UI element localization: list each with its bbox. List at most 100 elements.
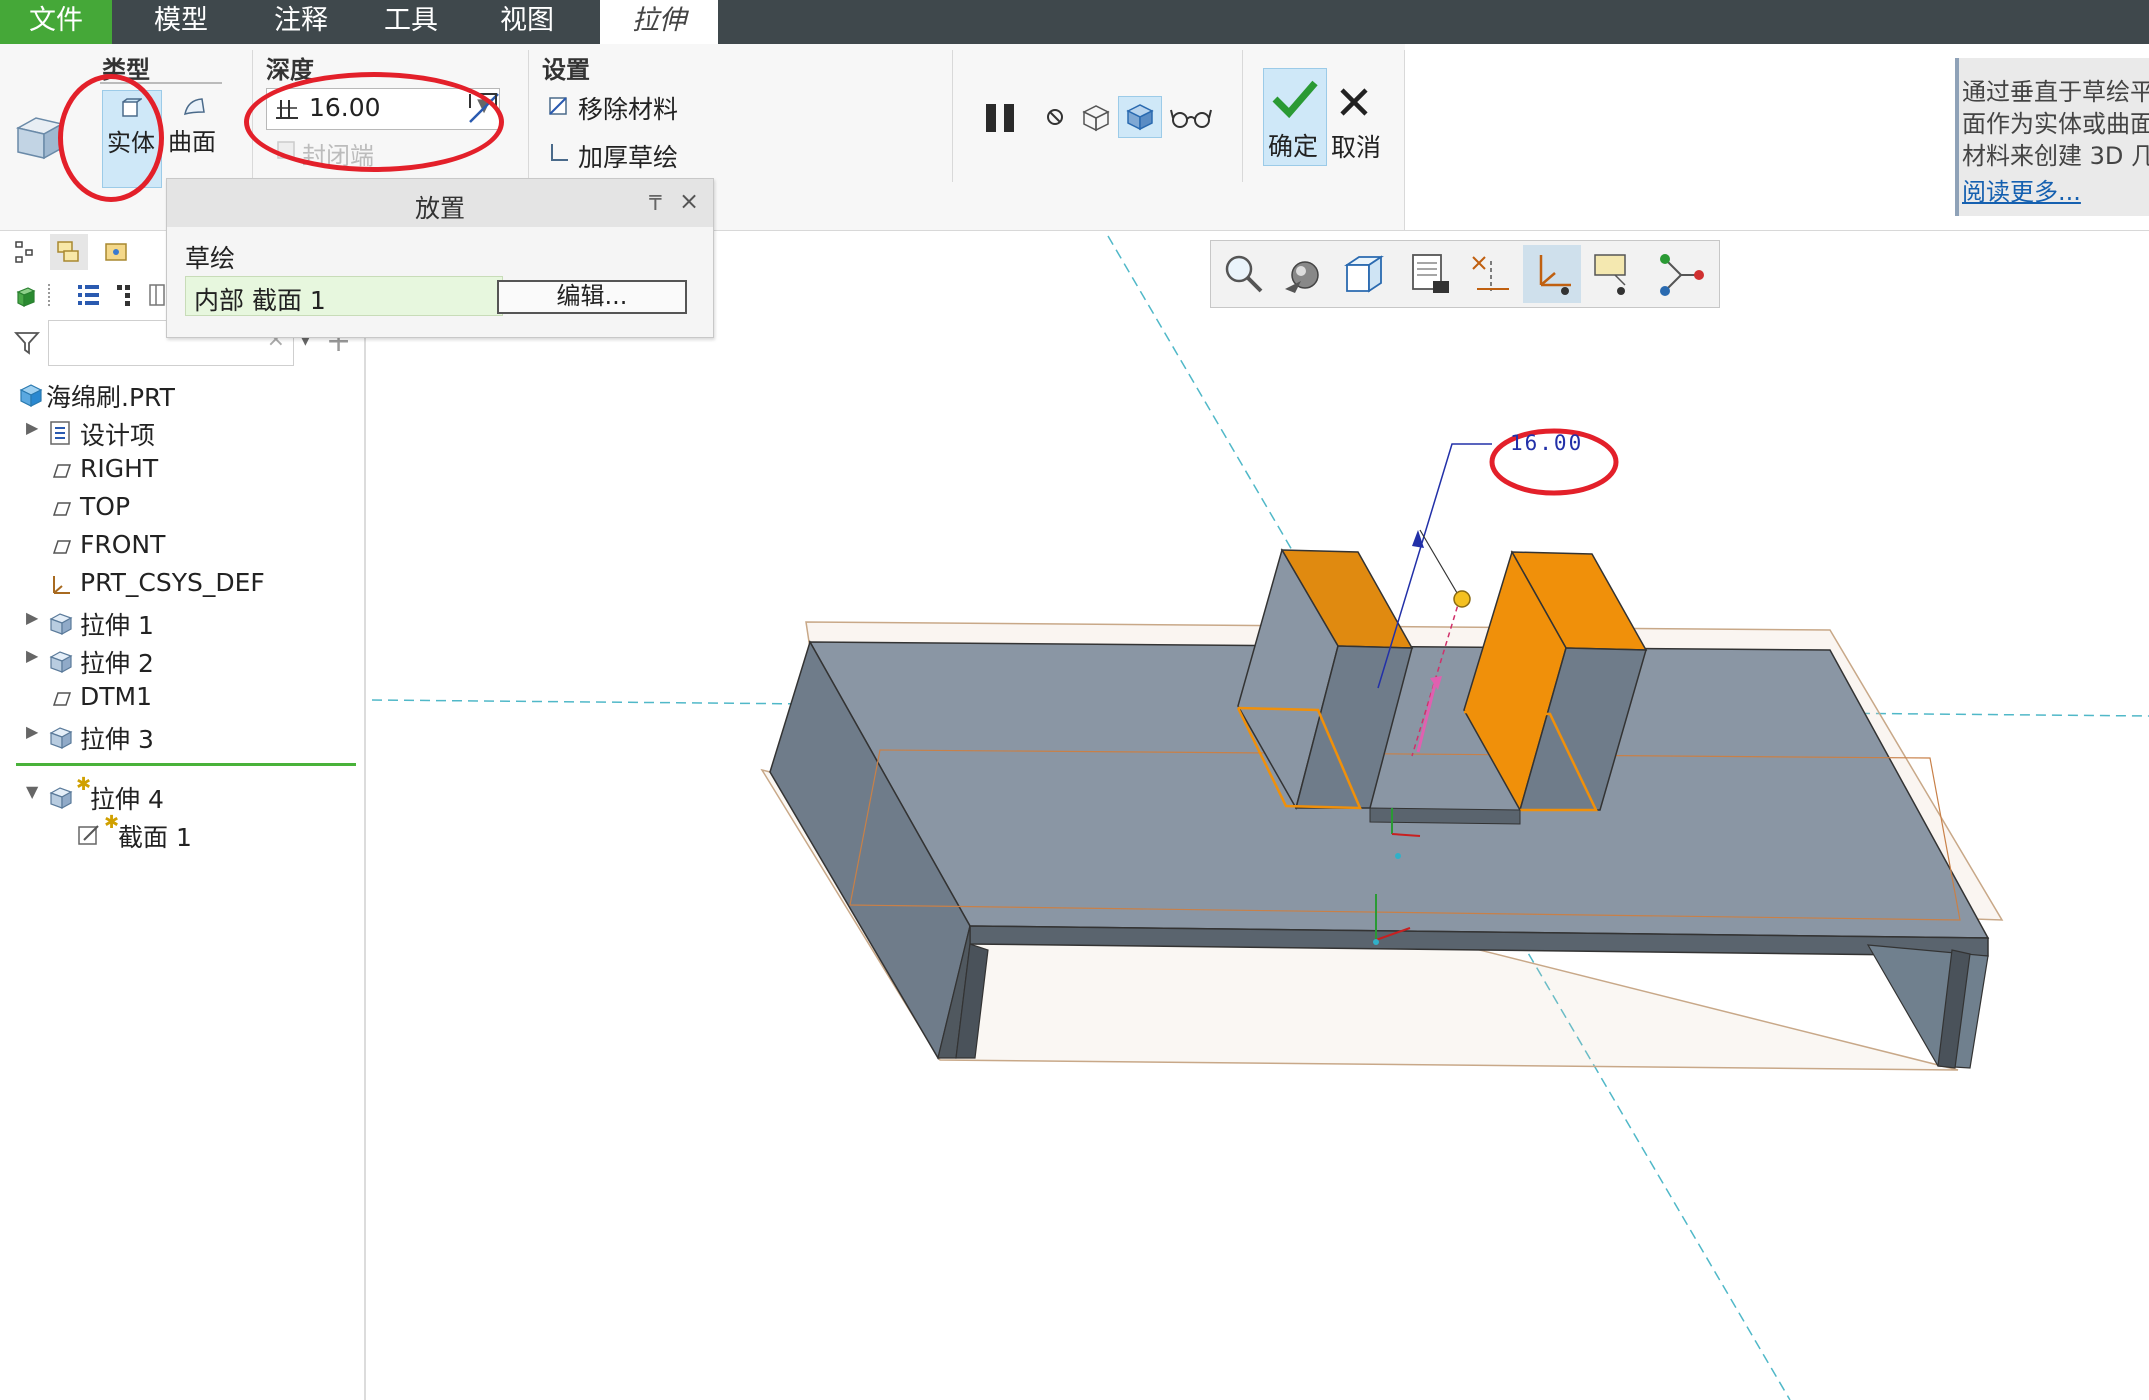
- help-text-line: 材料来创建 3D 几: [1962, 142, 2149, 170]
- csys-icon: [53, 576, 70, 594]
- cancel-button[interactable]: 取消: [1331, 128, 1381, 164]
- feature-preview-icon: [1126, 104, 1154, 131]
- extrude-icon: [49, 787, 73, 810]
- drag-handle: [1453, 590, 1471, 608]
- confirm-button[interactable]: 确定: [1263, 68, 1327, 166]
- tree-item-label: 拉伸 2: [80, 649, 154, 678]
- graphics-viewport[interactable]: 16.00: [366, 231, 2149, 1400]
- tree-item-label: FRONT: [80, 530, 166, 559]
- checkmark-icon: [1272, 80, 1318, 119]
- sketch-reference-field[interactable]: 内部 截面 1: [185, 276, 503, 316]
- close-icon[interactable]: [1338, 86, 1370, 118]
- chevron-right-icon[interactable]: ▶: [26, 646, 38, 665]
- remove-material-label[interactable]: 移除材料: [578, 90, 678, 126]
- sketch-label: 草绘: [185, 244, 236, 273]
- csys-display-toggle[interactable]: [1523, 245, 1581, 303]
- zoom-icon[interactable]: [1221, 251, 1267, 297]
- help-text-line: 通过垂直于草绘平: [1962, 78, 2149, 106]
- extrude-icon: [49, 613, 73, 636]
- extrude-icon: [49, 727, 73, 750]
- thicken-sketch-icon[interactable]: [548, 142, 570, 164]
- annotation-circle: [58, 74, 164, 202]
- placement-panel-title: 放置: [414, 194, 465, 223]
- no-preview-icon[interactable]: [1044, 106, 1066, 128]
- chevron-right-icon[interactable]: ▶: [26, 608, 38, 627]
- chevron-down-icon[interactable]: ▼: [26, 782, 38, 801]
- chevron-right-icon[interactable]: ▶: [26, 722, 38, 741]
- new-feature-star-icon: ✱: [104, 812, 120, 833]
- datum-display-icon[interactable]: [1467, 251, 1513, 297]
- tree-item-label: RIGHT: [80, 454, 159, 483]
- menu-view[interactable]: 视图: [472, 0, 582, 44]
- menu-annotate[interactable]: 注释: [246, 0, 356, 44]
- placement-panel-header: 放置 ₸ ×: [167, 179, 713, 227]
- graphics-toolbar: [1210, 240, 1720, 308]
- csys-origin: [1373, 939, 1379, 945]
- annotation-circle: [244, 72, 504, 172]
- spin-center-icon[interactable]: [1657, 251, 1707, 297]
- help-text-line: 面作为实体或曲面: [1962, 110, 2149, 138]
- verify-glasses-icon[interactable]: [1170, 106, 1212, 130]
- surface-icon: [184, 98, 205, 116]
- sketch-reference-value: 内部 截面 1: [194, 286, 326, 315]
- sketch-icon: [78, 825, 99, 845]
- model-tree-tab-icon[interactable]: [14, 240, 36, 264]
- tree-list-icon[interactable]: [76, 282, 102, 308]
- depth-dimension-label[interactable]: 16.00: [1510, 431, 1583, 455]
- model-leg-face: [1866, 944, 1989, 1069]
- model-3d-view[interactable]: [366, 231, 2149, 1400]
- shading-icon[interactable]: [1281, 251, 1327, 297]
- edit-sketch-button[interactable]: 编辑...: [497, 280, 687, 314]
- menu-tools[interactable]: 工具: [356, 0, 466, 44]
- menu-model[interactable]: 模型: [126, 0, 236, 44]
- tree-settings-icon[interactable]: [114, 282, 134, 308]
- insert-here-marker[interactable]: [16, 763, 356, 766]
- new-feature-star-icon: ✱: [76, 774, 92, 795]
- ribbon-separator: [952, 50, 953, 182]
- surface-type-button[interactable]: 曲面: [166, 90, 222, 186]
- show-features-icon[interactable]: [14, 284, 38, 308]
- pause-icon[interactable]: [982, 100, 1018, 136]
- remove-material-icon[interactable]: [548, 94, 570, 116]
- pin-icon[interactable]: ₸: [649, 191, 662, 215]
- layer-tree-tab[interactable]: [50, 234, 88, 270]
- tree-item-label: 拉伸 1: [80, 611, 154, 640]
- view-cube-icon[interactable]: [1341, 251, 1387, 297]
- feature-preview-button[interactable]: [1118, 96, 1162, 138]
- menu-extrude-tab[interactable]: 拉伸: [600, 0, 718, 44]
- chevron-right-icon[interactable]: ▶: [26, 418, 38, 437]
- menu-file[interactable]: 文件: [0, 0, 112, 44]
- tree-item-label: 截面 1: [118, 823, 192, 852]
- design-items-icon: [50, 421, 70, 445]
- placement-panel: 放置 ₸ × 草绘 内部 截面 1 编辑...: [166, 178, 714, 338]
- help-panel: 通过垂直于草绘平 面作为实体或曲面 材料来创建 3D 几 阅读更多...: [1955, 58, 2149, 216]
- datum-plane-icon: [52, 692, 72, 706]
- surface-label: 曲面: [168, 128, 216, 156]
- csys-origin: [1395, 853, 1401, 859]
- datum-plane-icon: [52, 464, 72, 478]
- dimension-witness-line: [1419, 529, 1461, 599]
- csys-display-icon: [1539, 255, 1571, 295]
- annotation-display-icon[interactable]: [1591, 251, 1637, 297]
- tree-item-label: TOP: [80, 492, 131, 521]
- tree-item-label: PRT_CSYS_DEF: [80, 568, 265, 597]
- datum-plane-icon: [52, 502, 72, 516]
- saved-views-icon[interactable]: [1407, 251, 1453, 297]
- segment-preview-icon[interactable]: [1080, 102, 1112, 132]
- read-more-link[interactable]: 阅读更多...: [1962, 172, 2081, 207]
- tree-item-label: DTM1: [80, 682, 152, 711]
- confirm-label: 确定: [1268, 132, 1319, 161]
- extrude-icon: [49, 651, 73, 674]
- part-icon: [19, 384, 43, 407]
- tree-columns-icon[interactable]: [148, 282, 166, 308]
- settings-group-title: 设置: [542, 56, 590, 84]
- tree-item-label: 拉伸 4: [90, 785, 164, 814]
- thicken-sketch-label[interactable]: 加厚草绘: [578, 138, 678, 174]
- close-icon[interactable]: ×: [679, 187, 699, 215]
- menu-bar: 文件 模型 注释 工具 视图 拉伸: [0, 0, 2149, 44]
- filter-icon[interactable]: [14, 330, 40, 356]
- tree-item-label: 拉伸 3: [80, 725, 154, 754]
- help-panel-accent: [1955, 58, 1959, 216]
- ribbon-separator: [1242, 50, 1243, 182]
- folder-browser-icon[interactable]: [104, 240, 130, 264]
